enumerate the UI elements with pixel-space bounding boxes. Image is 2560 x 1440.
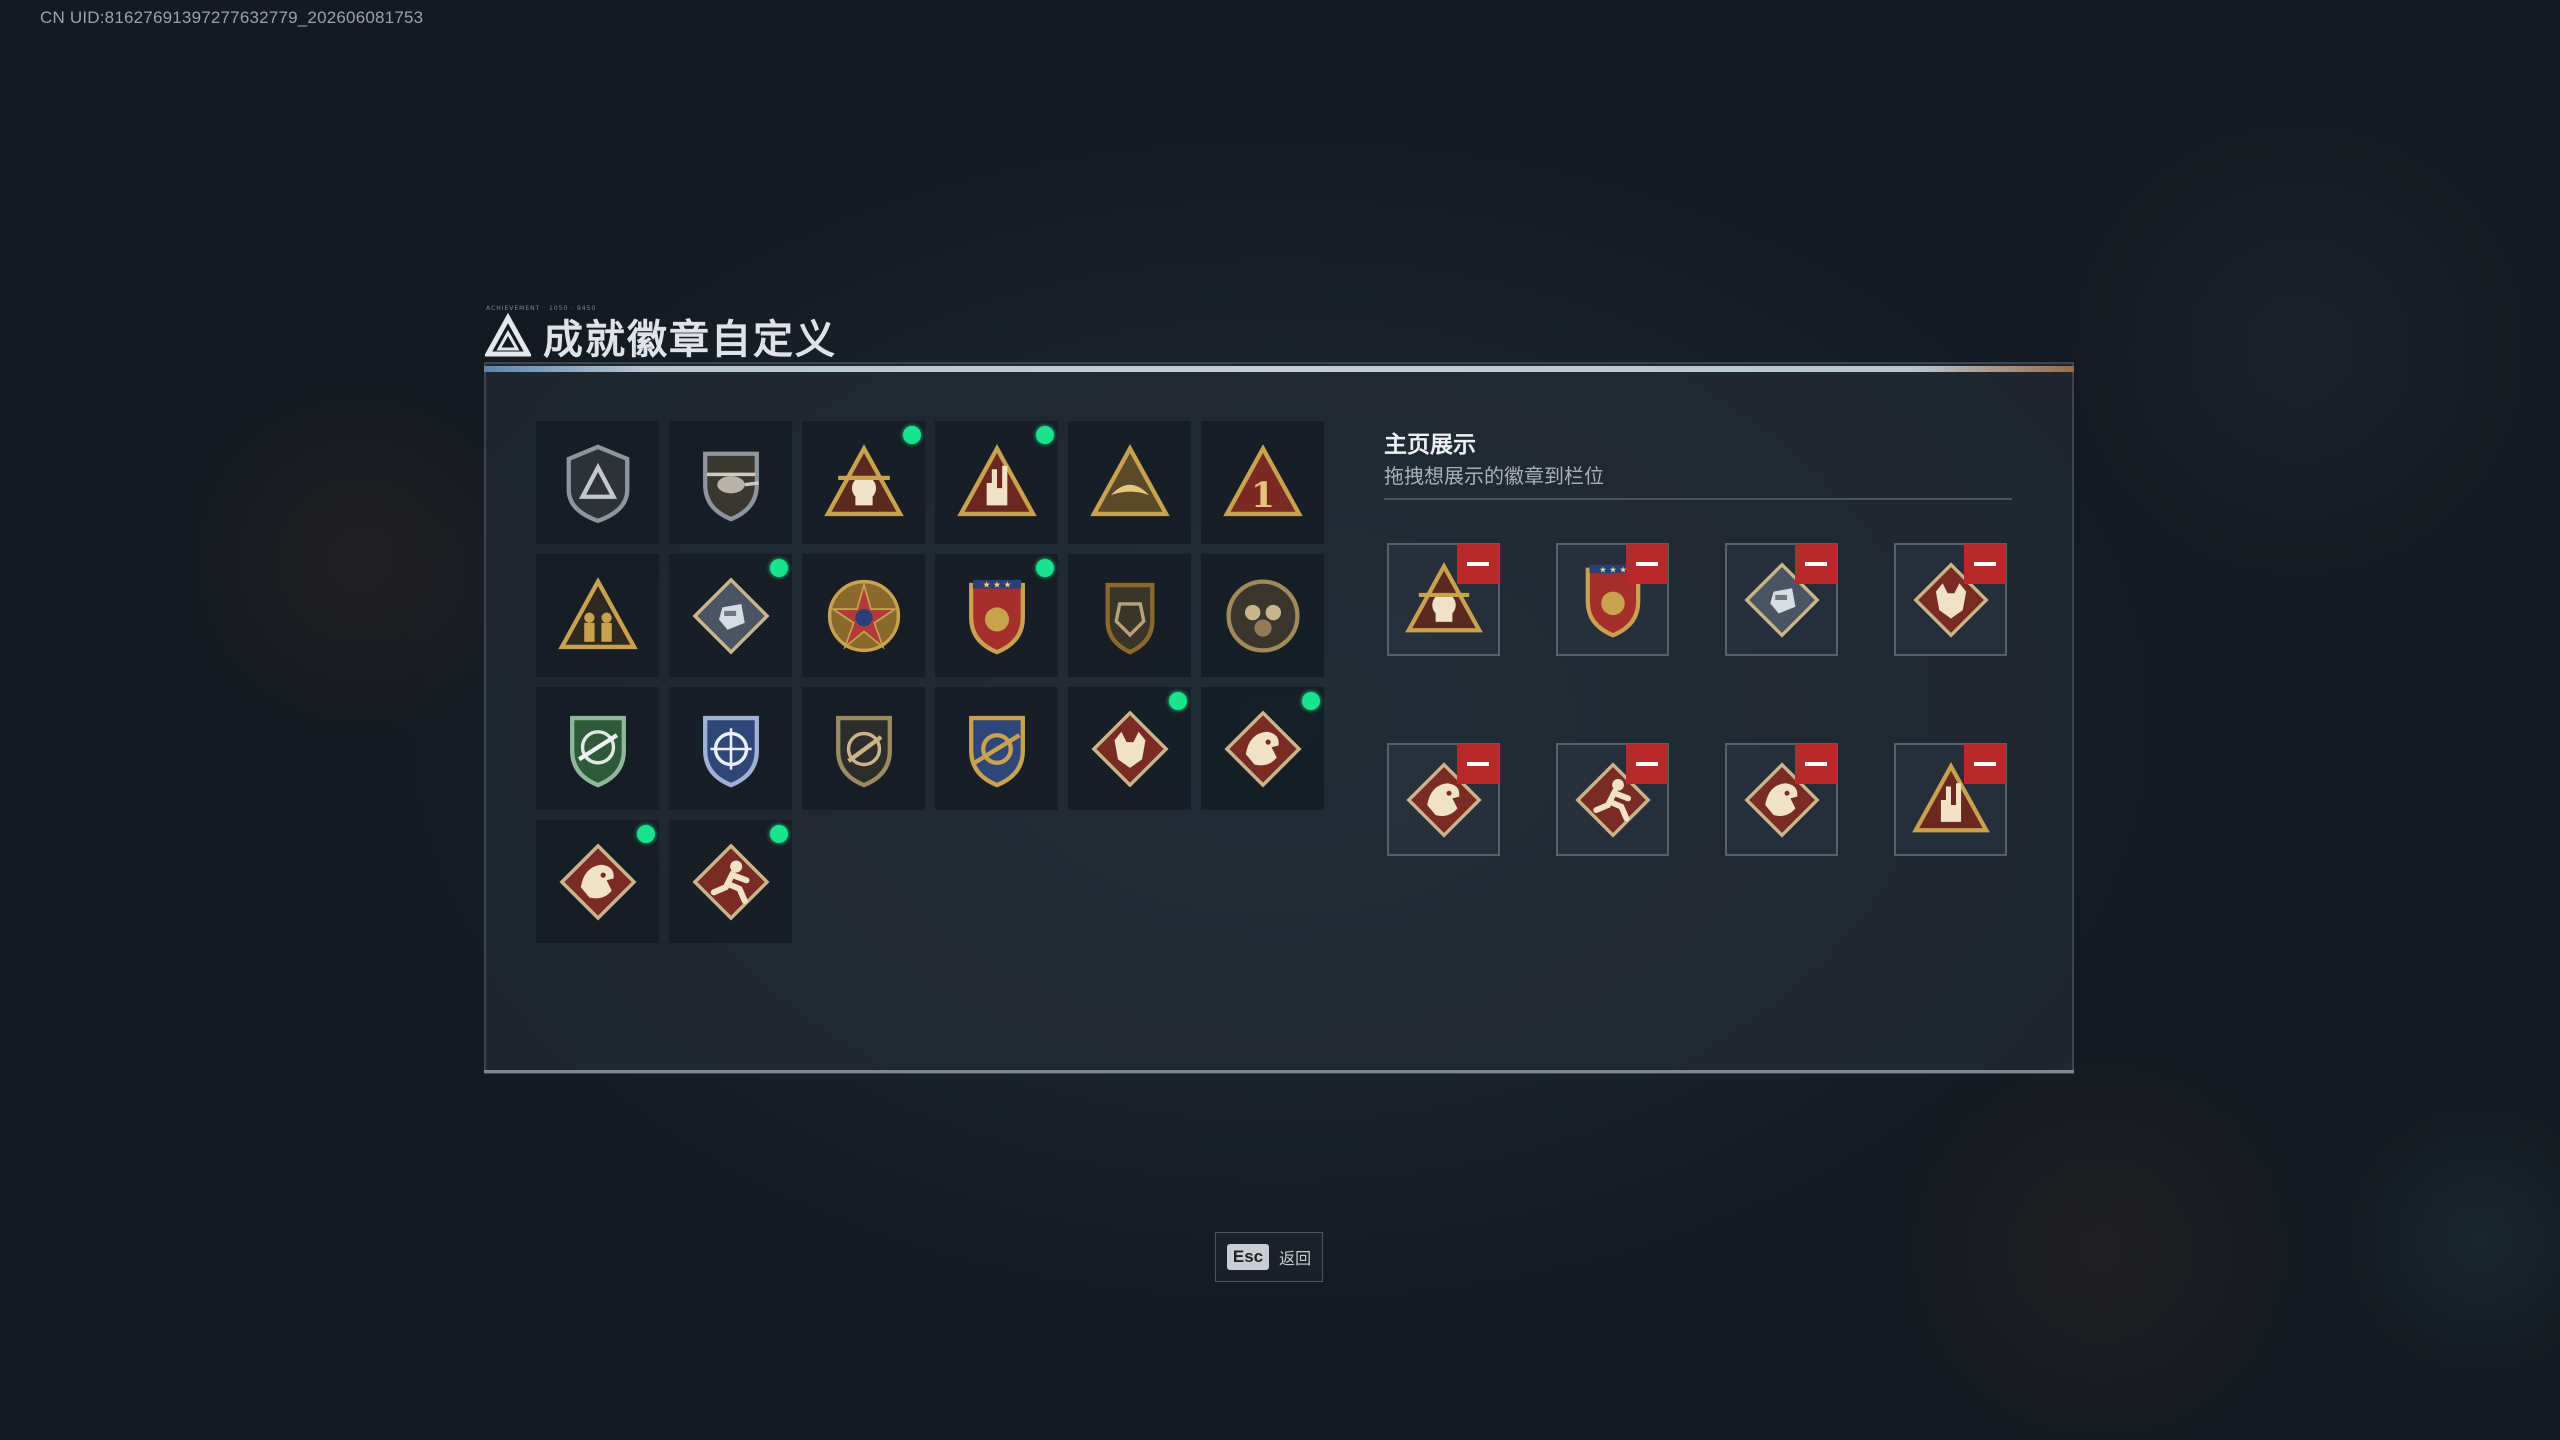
showcase-slot[interactable] [1556,743,1669,856]
blue-crosshair-shield-icon [702,715,759,787]
new-indicator [1036,559,1054,577]
remove-badge-button[interactable] [1964,744,2006,784]
showcase-slot[interactable] [1725,543,1838,656]
new-indicator [770,559,788,577]
new-indicator [1036,426,1054,444]
badge-item[interactable]: ★ ★ ★ [935,554,1058,677]
rock-hand-triangle-icon [956,443,1037,516]
showcase-divider [1384,498,2012,500]
badge-item[interactable]: 1 [1201,421,1324,544]
badge-item[interactable] [536,421,659,544]
remove-badge-button[interactable] [1795,744,1837,784]
gold-crosshair-shield-icon [968,715,1025,787]
gold-skull-triangle-icon [823,443,904,516]
badge-item[interactable] [669,554,792,677]
back-button[interactable]: Esc 返回 [1215,1232,1323,1282]
minus-icon [1805,762,1827,766]
badge-item[interactable] [935,421,1058,544]
badge-item[interactable] [802,554,925,677]
minus-icon [1636,562,1658,566]
remove-badge-button[interactable] [1457,544,1499,584]
badge-collection-grid: 1 ★ ★ ★ [536,421,1324,943]
new-indicator [770,825,788,843]
page-title: 成就徽章自定义 [543,317,837,363]
minus-icon [1467,762,1489,766]
gas-mask-roundel-icon [1225,578,1300,653]
soldiers-triangle-icon [557,576,638,649]
star-shield-medal-icon: ★ ★ ★ [968,579,1025,654]
badge-item[interactable] [802,687,925,810]
star-compass-medal-icon [827,579,900,652]
svg-text:★ ★ ★: ★ ★ ★ [982,580,1011,590]
showcase-slot[interactable] [1894,543,2007,656]
showcase-slot[interactable] [1725,743,1838,856]
badge-item[interactable] [935,687,1058,810]
remove-badge-button[interactable] [1795,544,1837,584]
showcase-slot[interactable] [1894,743,2007,856]
badge-item[interactable] [669,687,792,810]
panel-top-accent [484,366,2074,372]
dragon-diamond-icon [1223,709,1302,788]
minus-icon [1636,762,1658,766]
remove-badge-button[interactable] [1626,744,1668,784]
badge-item[interactable] [669,820,792,943]
remove-badge-button[interactable] [1964,544,2006,584]
showcase-subtitle: 拖拽想展示的徽章到栏位 [1384,464,1604,488]
dark-rifle-shield-icon [835,715,892,787]
steel-shield-triangle-icon [566,444,629,523]
runner-diamond-icon [691,842,770,921]
panel-bottom-line [484,1070,2074,1073]
remove-badge-button[interactable] [1457,744,1499,784]
badge-item[interactable] [1068,687,1191,810]
helicopter-shield-icon [702,451,759,521]
minus-icon [1805,562,1827,566]
esc-key-hint: Esc [1226,1244,1270,1270]
badge-item[interactable] [1201,687,1324,810]
new-indicator [903,426,921,444]
number-one-triangle-icon: 1 [1222,443,1303,516]
back-label: 返回 [1279,1249,1312,1268]
minus-icon [1974,562,1996,566]
panel-header: 成就徽章自定义 [485,308,837,364]
showcase-slot[interactable] [1387,743,1500,856]
uid-label: CN UID:8162769139727763​2779_20260608175… [40,8,424,27]
showcase-slot[interactable] [1387,543,1500,656]
wolf-diamond-icon [1090,709,1169,788]
svg-text:★ ★ ★: ★ ★ ★ [1599,564,1627,574]
badge-item[interactable] [1201,554,1324,677]
dragon-diamond-icon [558,842,637,921]
badge-item[interactable] [669,421,792,544]
showcase-slot[interactable]: ★ ★ ★ [1556,543,1669,656]
badge-item[interactable] [536,687,659,810]
lion-shield-badge-icon [1104,582,1155,654]
new-indicator [1169,692,1187,710]
delta-logo-icon [485,313,531,357]
showcase-title: 主页展示 [1384,432,1476,458]
new-indicator [1302,692,1320,710]
badge-item[interactable] [802,421,925,544]
minus-icon [1467,562,1489,566]
new-indicator [637,825,655,843]
badge-item[interactable] [1068,554,1191,677]
badge-item[interactable] [536,820,659,943]
badge-item[interactable] [1068,421,1191,544]
remove-badge-button[interactable] [1626,544,1668,584]
silver-rock-diamond-icon [691,576,770,655]
gold-bird-triangle-icon [1089,443,1170,516]
minus-icon [1974,762,1996,766]
svg-text:1: 1 [1251,476,1275,516]
badge-item[interactable] [536,554,659,677]
green-rifle-shield-icon [569,715,626,787]
